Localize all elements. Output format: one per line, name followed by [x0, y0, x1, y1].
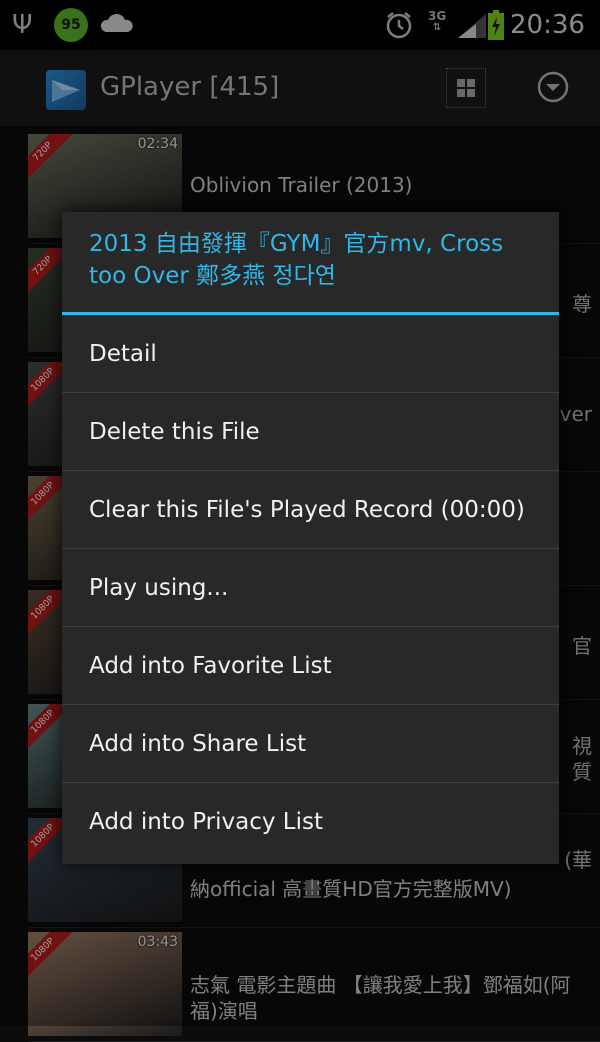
context-menu-dialog: 2013 自由發揮『GYM』官方mv, Cross too Over 鄭多燕 정…: [62, 212, 559, 864]
menu-item-add-favorite[interactable]: Add into Favorite List: [62, 627, 559, 705]
menu-item-label: Detail: [89, 340, 157, 367]
menu-item-detail[interactable]: Detail: [62, 315, 559, 393]
menu-item-label: Add into Share List: [89, 730, 307, 757]
dialog-menu: Detail Delete this File Clear this File'…: [62, 315, 559, 861]
menu-item-delete-file[interactable]: Delete this File: [62, 393, 559, 471]
menu-item-add-share[interactable]: Add into Share List: [62, 705, 559, 783]
menu-item-clear-played-record[interactable]: Clear this File's Played Record (00:00): [62, 471, 559, 549]
dialog-title: 2013 自由發揮『GYM』官方mv, Cross too Over 鄭多燕 정…: [89, 231, 504, 289]
menu-item-label: Play using...: [89, 574, 229, 601]
menu-item-label: Add into Privacy List: [89, 809, 323, 835]
menu-item-label: Add into Favorite List: [89, 652, 332, 679]
menu-item-label: Clear this File's Played Record (00:00): [89, 496, 525, 523]
menu-item-play-using[interactable]: Play using...: [62, 549, 559, 627]
menu-item-add-privacy[interactable]: Add into Privacy List: [62, 783, 559, 861]
menu-item-label: Delete this File: [89, 418, 260, 445]
